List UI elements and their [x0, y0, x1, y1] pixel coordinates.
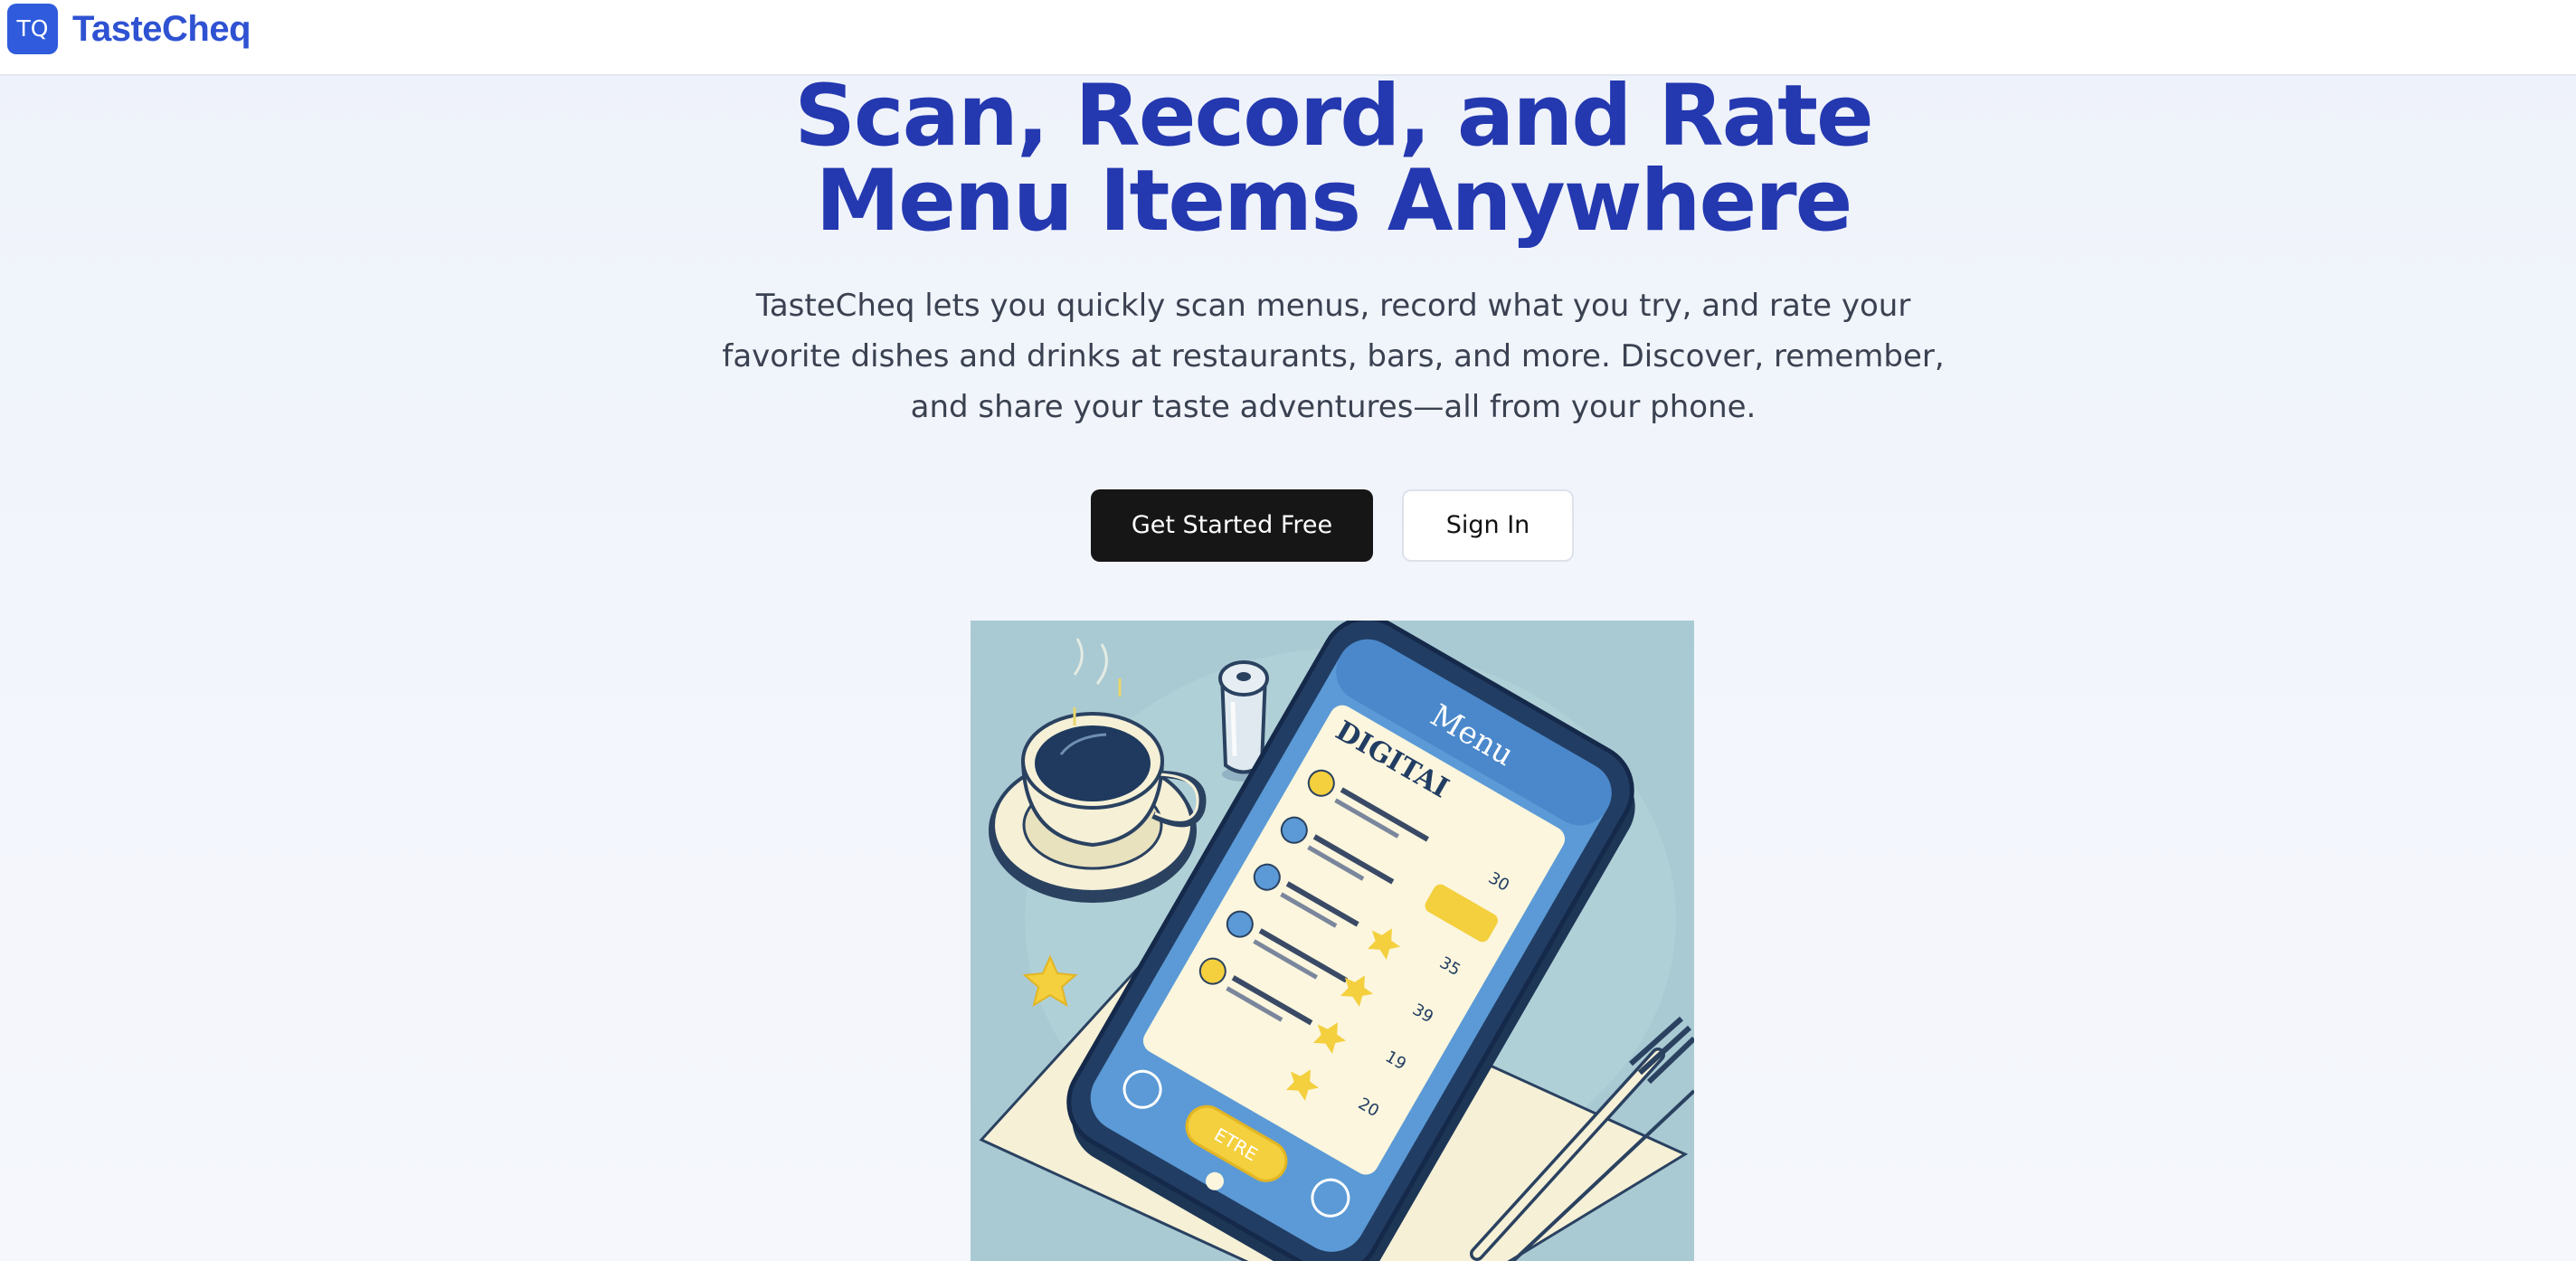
sign-in-button[interactable]: Sign In: [1402, 489, 1574, 562]
hero-description: TasteCheq lets you quickly scan menus, r…: [722, 288, 1945, 425]
brand-name[interactable]: TasteCheq: [72, 5, 251, 52]
hero-title-line-1: Scan, Record, and Rate: [794, 67, 1874, 166]
logo-badge[interactable]: TQ: [7, 4, 58, 54]
hero-title: Scan, Record, and Rate Menu Items Anywhe…: [564, 74, 2102, 244]
hero-title-line-2: Menu Items Anywhere: [815, 152, 1853, 251]
phone-menu-illustration: Menu DIGITAI 30 35 39 19 20 ETRE: [971, 621, 1694, 1261]
top-navbar: TQ TasteCheq: [0, 0, 2576, 76]
hero-illustration: Menu DIGITAI 30 35 39 19 20 ETRE: [971, 621, 1694, 1261]
get-started-button[interactable]: Get Started Free: [1091, 489, 1373, 562]
